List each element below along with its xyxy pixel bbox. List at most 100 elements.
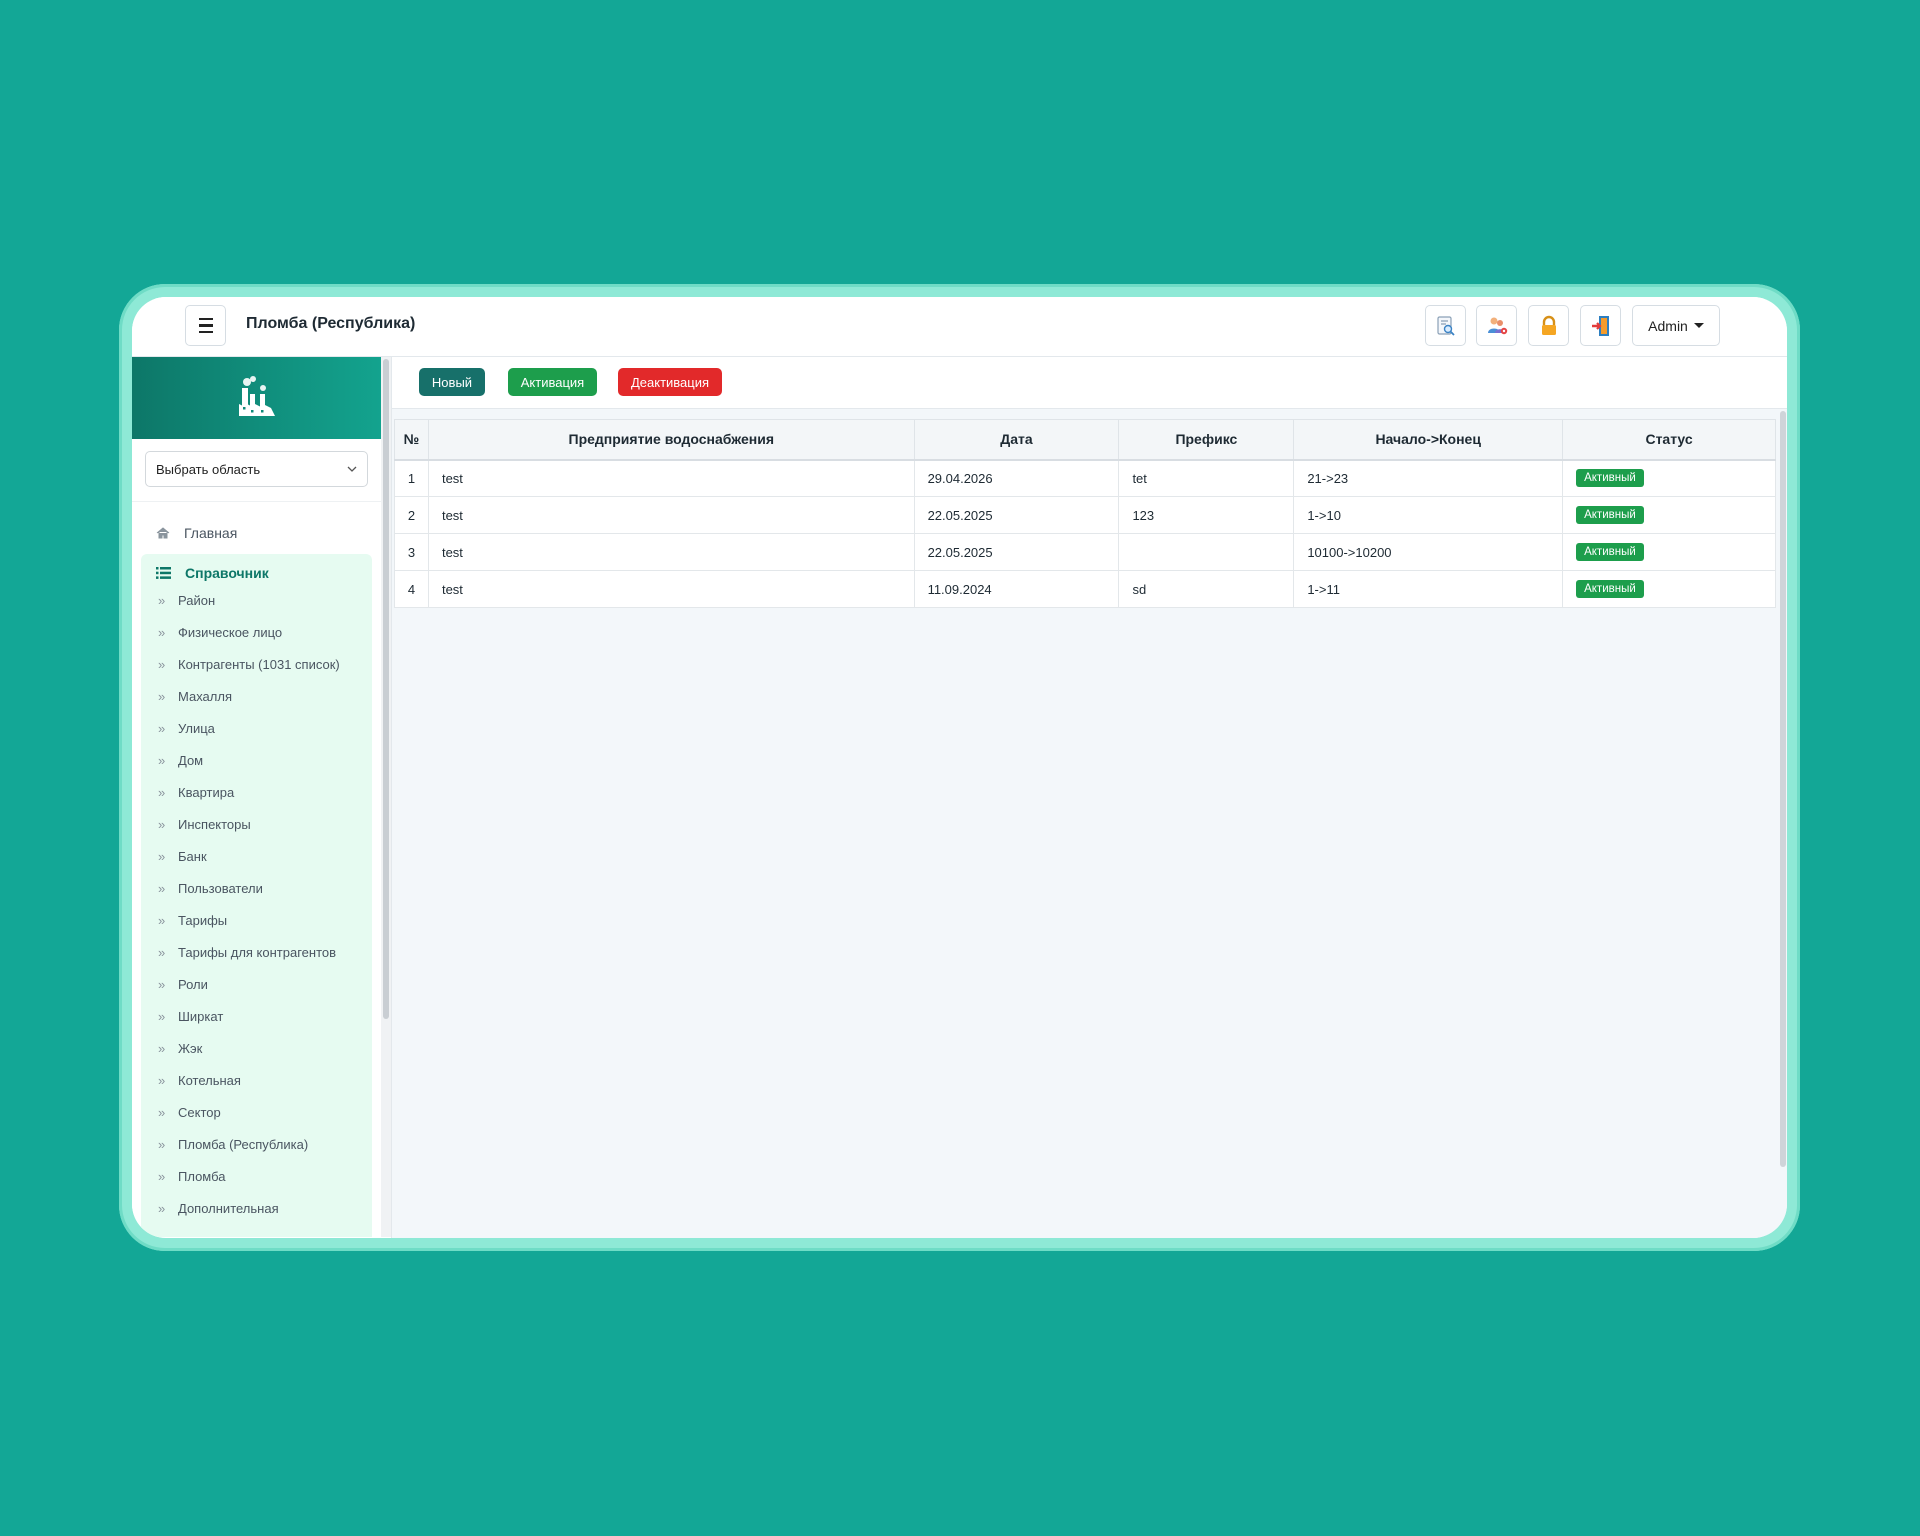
sidebar-item-home[interactable]: Главная: [132, 512, 381, 554]
sidebar-group-label: Справочник: [185, 565, 269, 581]
factory-logo-icon: [238, 376, 275, 416]
status-badge: Активный: [1576, 506, 1644, 524]
cell-prefix: tet: [1118, 459, 1295, 497]
sidebar-subitem-label: Контрагенты (1031 список): [178, 657, 340, 672]
sidebar-subitem[interactable]: » Ширкат: [141, 1008, 372, 1026]
double-chevron-icon: »: [158, 657, 166, 672]
double-chevron-icon: »: [158, 977, 166, 992]
sidebar-subitem[interactable]: » Жэк: [141, 1040, 372, 1058]
new-button[interactable]: Новый: [419, 368, 485, 396]
deactivate-button[interactable]: Деактивация: [618, 368, 722, 396]
sidebar-subitem-label: Дом: [178, 753, 204, 768]
user-menu-label: Admin: [1648, 317, 1688, 334]
cell-range: 1->11: [1293, 570, 1564, 608]
double-chevron-icon: »: [158, 1105, 166, 1120]
sidebar-subitem-label: Район: [178, 593, 216, 608]
double-chevron-icon: »: [158, 1201, 166, 1216]
user-menu-dropdown[interactable]: Admin: [1632, 305, 1720, 346]
sidebar-subitem-label: Квартира: [178, 785, 235, 800]
activate-button[interactable]: Активация: [508, 368, 597, 396]
sidebar-subitem-label: Тарифы: [178, 913, 228, 928]
seals-table: № Предприятие водоснабжения Дата Префикс…: [394, 419, 1776, 608]
sidebar-subitem-label: Пломба: [178, 1169, 226, 1184]
double-chevron-icon: »: [158, 625, 166, 640]
region-select[interactable]: Выбрать область: [145, 451, 368, 487]
cell-number: 2: [394, 496, 429, 534]
logout-button[interactable]: [1580, 305, 1621, 346]
menu-toggle-button[interactable]: [185, 305, 226, 346]
column-header-number[interactable]: №: [394, 419, 429, 461]
sidebar-subitem[interactable]: » Улица: [141, 720, 372, 738]
sidebar-subitem[interactable]: » Роли: [141, 976, 372, 994]
sidebar-subitem[interactable]: » Пользователи: [141, 880, 372, 898]
sidebar-subitem-label: Банк: [178, 849, 207, 864]
home-icon: [156, 527, 170, 539]
sidebar-subitem[interactable]: » Контрагенты (1031 список): [141, 656, 372, 674]
top-bar: Пломба (Республика) Admin: [132, 297, 1787, 357]
sidebar-subitem-label: Физическое лицо: [178, 625, 283, 640]
sidebar-subitem[interactable]: » Котельная: [141, 1072, 372, 1090]
double-chevron-icon: »: [158, 1169, 166, 1184]
report-search-icon: [1436, 315, 1455, 336]
sidebar-subitem-label: Жэк: [178, 1041, 203, 1056]
cell-enterprise: test: [427, 533, 915, 571]
sidebar-subitem[interactable]: » Дом: [141, 752, 372, 770]
sidebar-subitem[interactable]: » Пломба (Республика): [141, 1136, 372, 1154]
table-row[interactable]: 1 test 29.04.2026 tet 21->23 Активный: [394, 459, 1776, 497]
sidebar-subitem[interactable]: » Инспекторы: [141, 816, 372, 834]
sidebar-subitem-label: Котельная: [178, 1073, 241, 1088]
double-chevron-icon: »: [158, 593, 166, 608]
sidebar-subitem[interactable]: » Махалля: [141, 688, 372, 706]
sidebar-subitem[interactable]: » Пломба: [141, 1168, 372, 1186]
sidebar-subitem[interactable]: » Физическое лицо: [141, 624, 372, 642]
cell-number: 4: [394, 570, 429, 608]
sidebar-subitem[interactable]: » Банк: [141, 848, 372, 866]
caret-down-icon: [1693, 323, 1704, 328]
table-header-row: № Предприятие водоснабжения Дата Префикс…: [394, 419, 1776, 461]
sidebar-group-directory: Справочник » Район » Физическое лицо » Контра…: [141, 554, 372, 1237]
sidebar-divider: [132, 501, 381, 502]
table-row[interactable]: 4 test 11.09.2024 sd 1->11 Активный: [394, 570, 1776, 608]
chevron-down-icon: [347, 466, 357, 472]
sidebar-subitem[interactable]: » Тарифы для контрагентов: [141, 944, 372, 962]
cell-status: Активный: [1562, 459, 1776, 497]
sidebar-subitem[interactable]: » Квартира: [141, 784, 372, 802]
table-row[interactable]: 3 test 22.05.2025 10100->10200 Активный: [394, 533, 1776, 571]
sidebar-subitem-label: Тарифы для контрагентов: [178, 945, 337, 960]
sidebar-subitem[interactable]: » Тарифы: [141, 912, 372, 930]
sidebar-group-header[interactable]: Справочник: [141, 554, 372, 592]
lock-button[interactable]: [1528, 305, 1569, 346]
sidebar-subitem[interactable]: » Район: [141, 592, 372, 610]
region-select-value: Выбрать область: [156, 461, 261, 477]
column-header-range[interactable]: Начало->Конец: [1293, 419, 1564, 461]
sidebar-subitem-label: Дополнительная: [178, 1201, 279, 1216]
sidebar-subitem[interactable]: » Сектор: [141, 1104, 372, 1122]
sidebar-subitem-label: Пользователи: [178, 881, 263, 896]
report-search-button[interactable]: [1425, 305, 1466, 346]
hamburger-icon: [198, 316, 213, 336]
sidebar-scrollbar[interactable]: [381, 357, 391, 1237]
column-header-date[interactable]: Дата: [913, 419, 1120, 461]
sidebar-subitem[interactable]: » Дополнительная: [141, 1200, 372, 1218]
double-chevron-icon: »: [158, 913, 166, 928]
sidebar-subitem-label: Сектор: [178, 1105, 221, 1120]
cell-range: 10100->10200: [1293, 533, 1564, 571]
sidebar-brand: [132, 357, 381, 439]
sidebar-subitem-label: Махалля: [178, 689, 232, 704]
column-header-prefix[interactable]: Префикс: [1118, 419, 1295, 461]
cell-status: Активный: [1562, 496, 1776, 534]
cell-prefix: 123: [1118, 496, 1295, 534]
table-row[interactable]: 2 test 22.05.2025 123 1->10 Активный: [394, 496, 1776, 534]
double-chevron-icon: »: [158, 817, 166, 832]
cell-prefix: sd: [1118, 570, 1295, 608]
cell-status: Активный: [1562, 570, 1776, 608]
main-content: Новый Активация Деактивация № Предприяти…: [391, 357, 1787, 1238]
sidebar-scrollbar-thumb[interactable]: [383, 359, 389, 1019]
content-scrollbar-thumb[interactable]: [1780, 411, 1786, 1167]
cell-prefix: [1118, 533, 1295, 571]
column-header-enterprise[interactable]: Предприятие водоснабжения: [427, 419, 915, 461]
cell-enterprise: test: [427, 496, 915, 534]
content-scrollbar[interactable]: [1779, 409, 1787, 1169]
users-settings-button[interactable]: [1476, 305, 1517, 346]
column-header-status[interactable]: Статус: [1562, 419, 1776, 461]
